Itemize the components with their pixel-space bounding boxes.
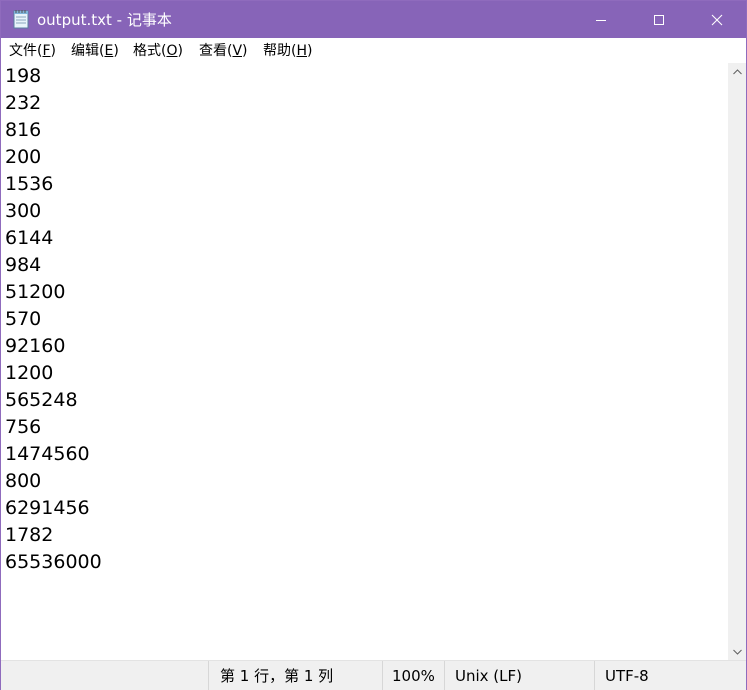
text-line: 565248 bbox=[5, 389, 78, 411]
status-divider bbox=[594, 661, 595, 690]
notepad-icon bbox=[12, 9, 30, 29]
menu-file[interactable]: 文件(F) bbox=[9, 41, 56, 61]
status-zoom: 100% bbox=[392, 667, 435, 685]
vertical-scrollbar[interactable] bbox=[728, 63, 746, 660]
menu-edit[interactable]: 编辑(E) bbox=[71, 41, 119, 61]
status-encoding: UTF-8 bbox=[605, 667, 649, 685]
text-line: 200 bbox=[5, 146, 42, 168]
scroll-down-button[interactable] bbox=[728, 643, 746, 660]
status-bar: 第 1 行，第 1 列 100% Unix (LF) UTF-8 bbox=[1, 660, 746, 690]
status-line-ending: Unix (LF) bbox=[455, 667, 522, 685]
title-bar[interactable]: output.txt - 记事本 bbox=[1, 1, 746, 38]
text-line: 1200 bbox=[5, 362, 54, 384]
menu-help[interactable]: 帮助(H) bbox=[263, 41, 312, 61]
notepad-window: output.txt - 记事本 文件(F) 编辑(E) 格式(O) 查看(V)… bbox=[0, 0, 747, 690]
menu-bar: 文件(F) 编辑(E) 格式(O) 查看(V) 帮助(H) bbox=[1, 38, 746, 63]
status-divider bbox=[382, 661, 383, 690]
minimize-icon bbox=[596, 19, 606, 21]
text-line: 65536000 bbox=[5, 551, 102, 573]
text-line: 51200 bbox=[5, 281, 66, 303]
status-divider bbox=[208, 661, 209, 690]
chevron-up-icon bbox=[732, 68, 742, 74]
text-line: 92160 bbox=[5, 335, 66, 357]
status-cursor-position: 第 1 行，第 1 列 bbox=[220, 667, 334, 685]
minimize-button[interactable] bbox=[572, 1, 630, 38]
text-line: 198 bbox=[5, 65, 42, 87]
text-line: 1782 bbox=[5, 524, 54, 546]
text-line: 1536 bbox=[5, 173, 54, 195]
text-line: 756 bbox=[5, 416, 42, 438]
chevron-down-icon bbox=[732, 649, 742, 655]
text-line: 1474560 bbox=[5, 443, 90, 465]
text-line: 800 bbox=[5, 470, 42, 492]
close-button[interactable] bbox=[688, 1, 746, 38]
text-line: 570 bbox=[5, 308, 42, 330]
maximize-button[interactable] bbox=[630, 1, 688, 38]
status-divider bbox=[444, 661, 445, 690]
scroll-up-button[interactable] bbox=[728, 63, 746, 80]
text-editor[interactable]: 198 232 816 200 1536 300 6144 984 51200 … bbox=[1, 63, 728, 660]
window-title: output.txt - 记事本 bbox=[37, 11, 172, 29]
menu-format[interactable]: 格式(O) bbox=[133, 41, 183, 61]
menu-view[interactable]: 查看(V) bbox=[199, 41, 248, 61]
text-line: 6144 bbox=[5, 227, 54, 249]
maximize-icon bbox=[654, 14, 664, 25]
text-line: 816 bbox=[5, 119, 42, 141]
close-icon bbox=[711, 14, 723, 25]
text-line: 232 bbox=[5, 92, 42, 114]
text-line: 6291456 bbox=[5, 497, 90, 519]
text-line: 300 bbox=[5, 200, 42, 222]
text-line: 984 bbox=[5, 254, 42, 276]
